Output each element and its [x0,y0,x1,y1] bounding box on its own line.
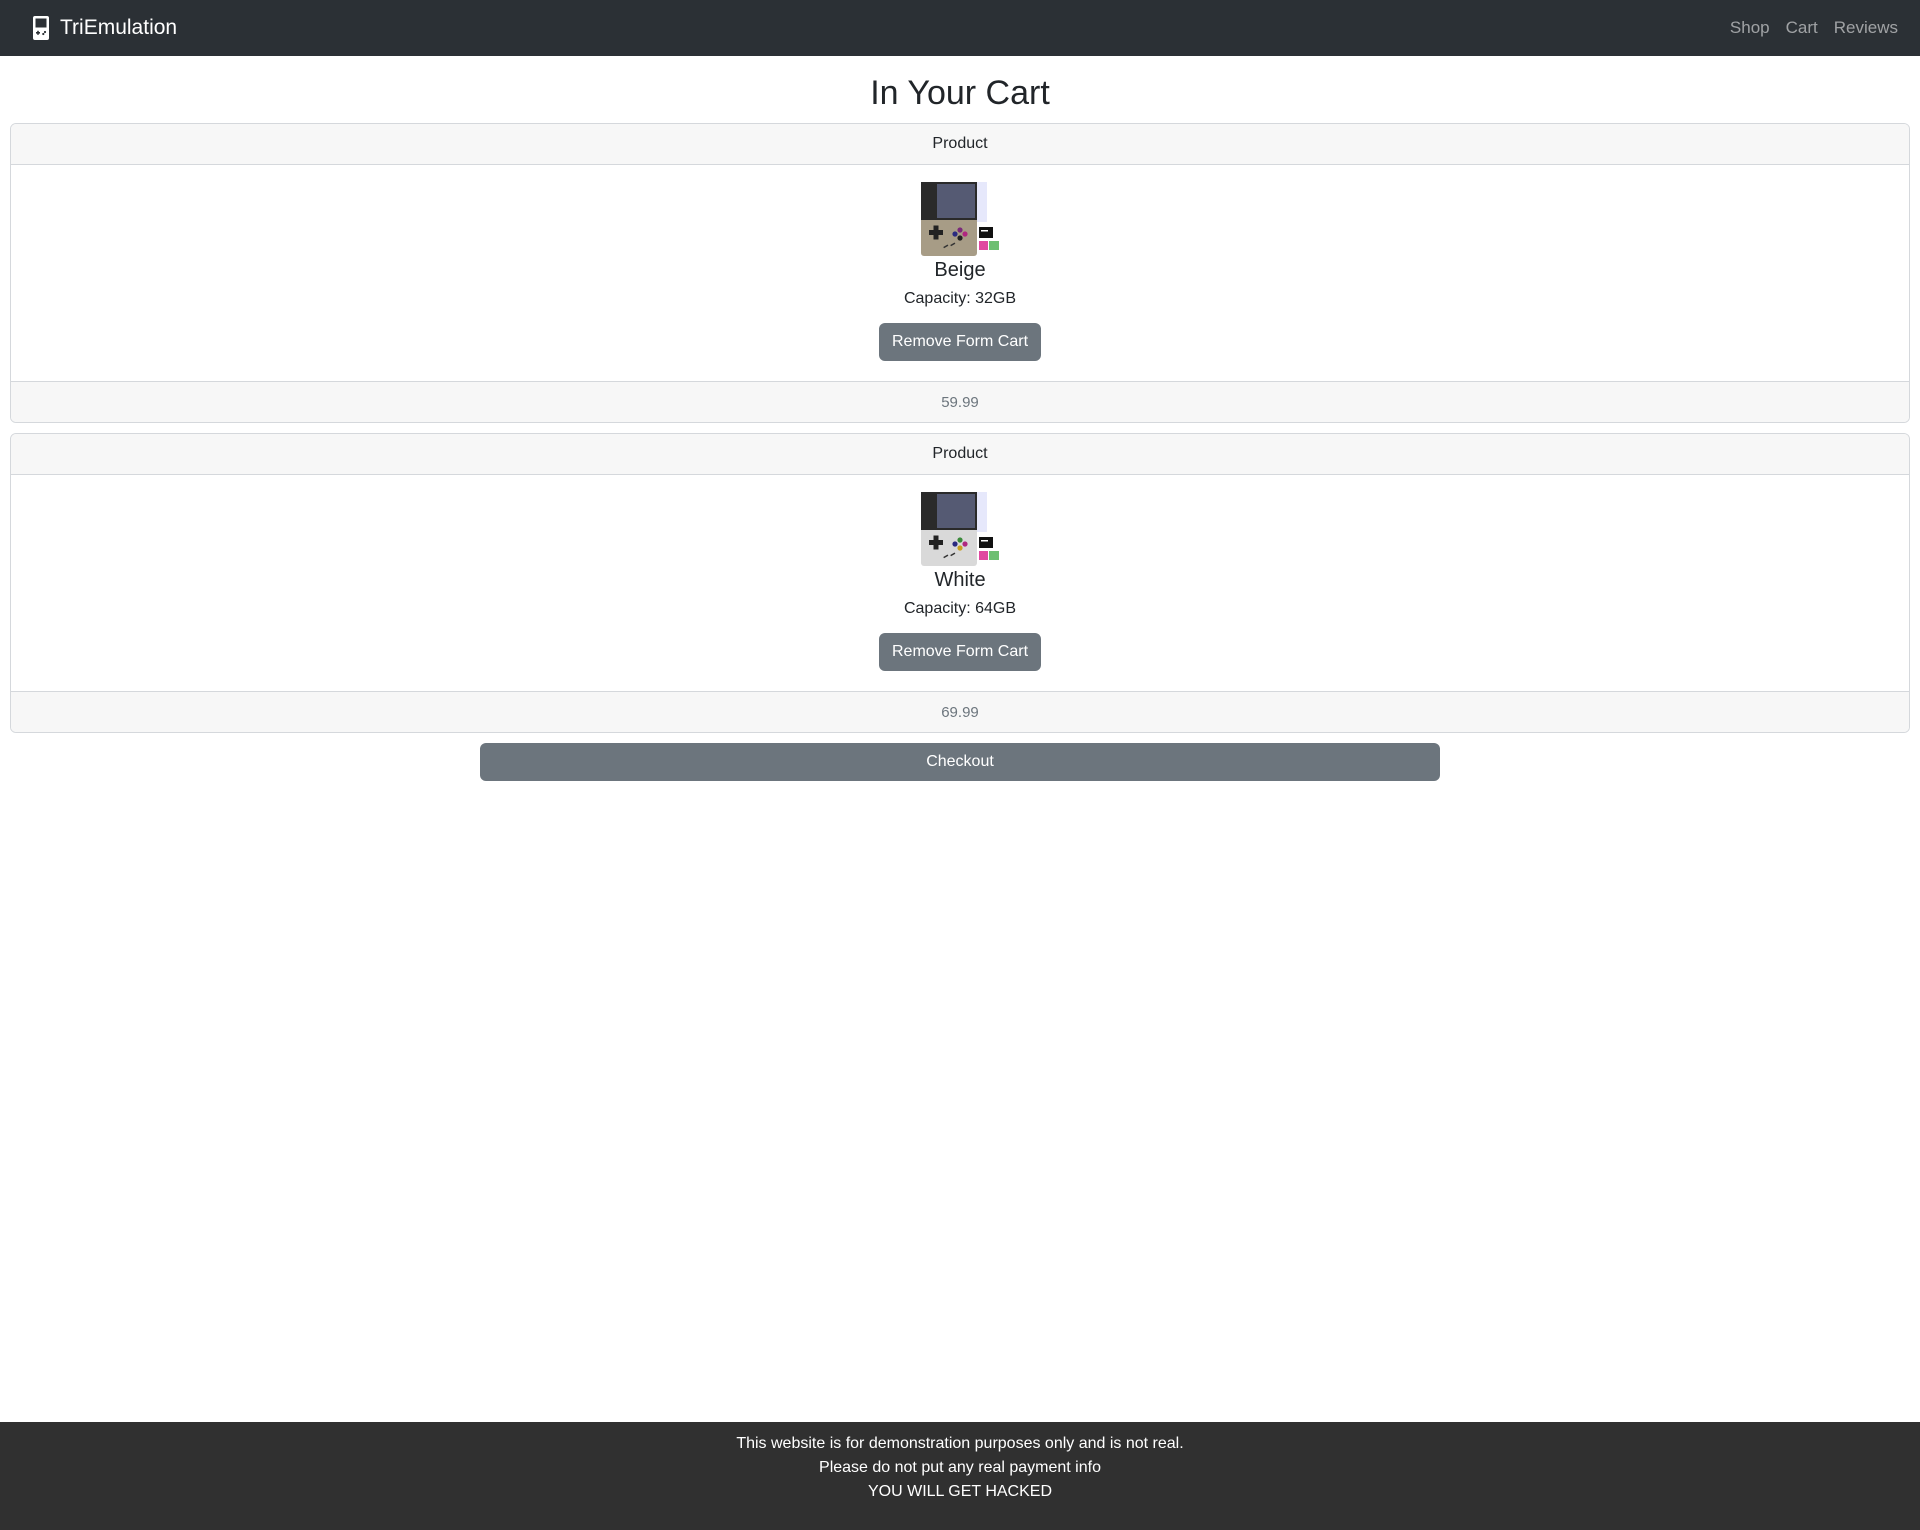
nav-link-cart[interactable]: Cart [1786,18,1818,38]
brand-link[interactable]: TriEmulation [32,15,177,41]
main-content: In Your Cart Product Beige Capacity: 32G… [0,73,1920,781]
cart-item-card: Product Beige Capacity: 32GB Remove Form… [10,122,1910,423]
product-image [921,491,999,566]
cart-item-card: Product White Capacity: 64GB Remove Form… [10,432,1910,733]
card-body: White Capacity: 64GB Remove Form Cart [11,475,1909,691]
card-body: Beige Capacity: 32GB Remove Form Cart [11,165,1909,381]
checkout-container: Checkout [10,742,1910,781]
handheld-console-icon [33,16,49,40]
product-capacity: Capacity: 64GB [903,599,1017,617]
product-price: 69.99 [11,690,1909,732]
brand-name: TriEmulation [60,16,178,39]
product-name: White [934,568,986,591]
checkout-button[interactable]: Checkout [480,742,1440,781]
footer-disclaimer-line: This website is for demonstration purpos… [736,1435,1184,1452]
site-footer: This website is for demonstration purpos… [0,1422,1920,1530]
card-header: Product [11,433,1909,475]
product-price: 59.99 [11,380,1909,422]
nav-link-reviews[interactable]: Reviews [1834,18,1898,38]
footer-payment-warning: Please do not put any real payment info [819,1459,1101,1476]
navbar: TriEmulation Shop Cart Reviews [0,0,1920,56]
nav-links: Shop Cart Reviews [1730,18,1898,38]
product-name: Beige [934,258,986,281]
product-image [921,181,999,256]
page-title: In Your Cart [870,74,1050,112]
footer-hacked-warning: YOU WILL GET HACKED [867,1483,1053,1500]
product-capacity: Capacity: 32GB [903,289,1017,307]
remove-from-cart-button[interactable]: Remove Form Cart [878,632,1042,671]
nav-link-shop[interactable]: Shop [1730,18,1770,38]
remove-from-cart-button[interactable]: Remove Form Cart [878,322,1042,361]
card-header: Product [11,123,1909,165]
